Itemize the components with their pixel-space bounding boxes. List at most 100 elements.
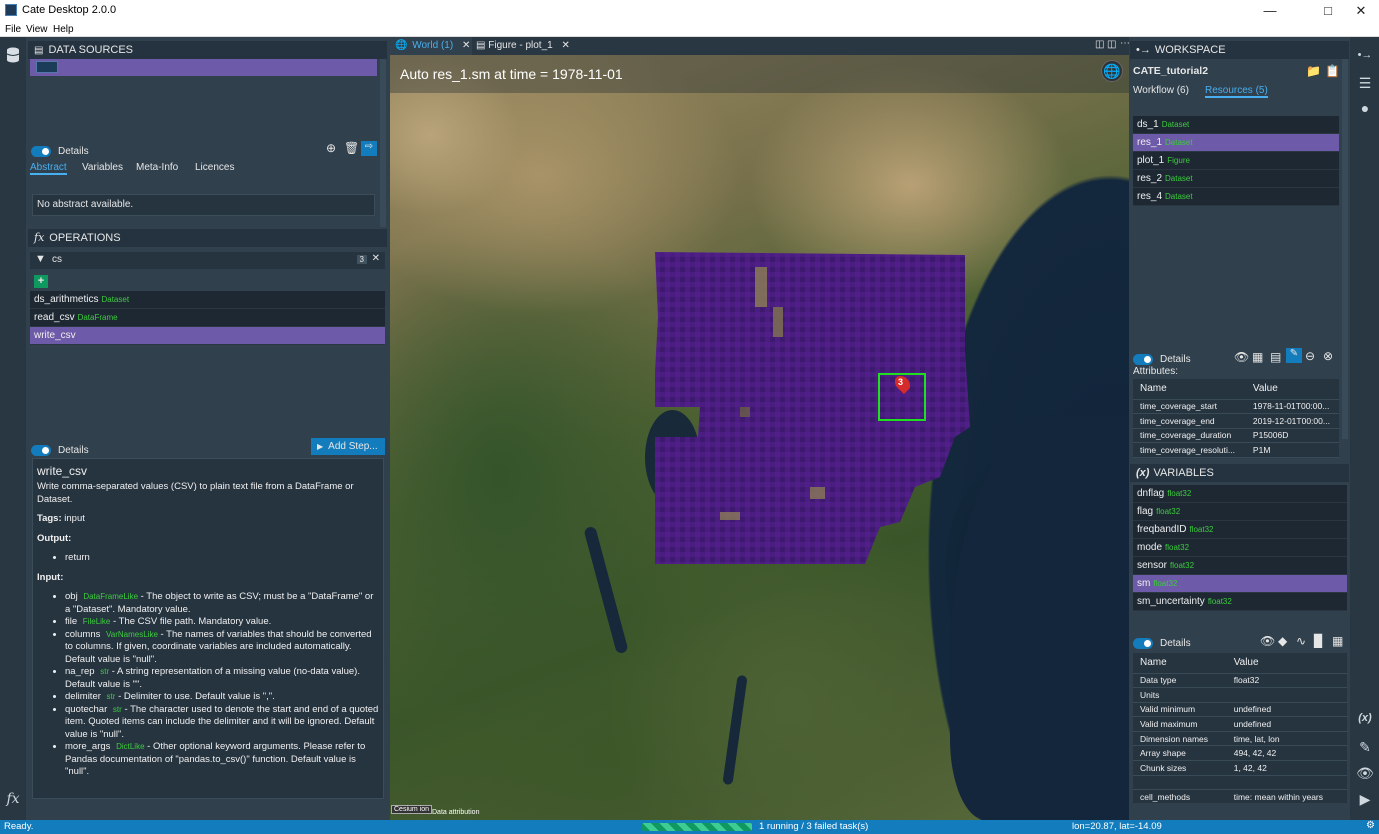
tab-abstract[interactable]: Abstract (30, 162, 67, 175)
eye-icon[interactable]: 👁 (1352, 765, 1378, 782)
play-icon[interactable]: ▶ (1352, 791, 1378, 808)
filter-count-badge: 3 (356, 255, 367, 264)
tab-workflow[interactable]: Workflow (6) (1133, 85, 1189, 96)
resource-item-plot-1[interactable]: plot_1 Figure (1133, 152, 1339, 170)
table-icon[interactable]: ▦ (1332, 634, 1343, 648)
operation-filter: ▼ cs 3 ✕ (30, 252, 385, 269)
trash-icon[interactable]: 🗑 (344, 141, 359, 155)
globe-icon[interactable]: 🌐 (1101, 60, 1123, 82)
filter-icon: ▼ (35, 253, 46, 265)
tab-world[interactable]: 🌐 World (1) ✕ (390, 37, 472, 55)
open-dataset-icon[interactable]: ⇨ (361, 141, 377, 156)
more-icon[interactable]: ⋯ (1120, 38, 1130, 49)
prop-row: Data type float32 (1133, 673, 1347, 689)
tab-figure-plot-1[interactable]: ▤ Figure - plot_1 ✕ (476, 37, 576, 55)
layout-icon[interactable]: ◫ (1107, 39, 1116, 50)
menu-file[interactable]: File (5, 24, 21, 35)
minimize-button[interactable]: — (1255, 0, 1285, 22)
variables-list: dnflag float32 flag float32 freqbandID floa… (1133, 485, 1347, 611)
split-view-icon[interactable]: ◫ (1095, 39, 1104, 50)
variable-item-freqbandid[interactable]: freqbandID float32 (1133, 521, 1347, 539)
bar-chart-icon[interactable]: ▉ (1314, 634, 1323, 648)
tab-variables[interactable]: Variables (82, 162, 123, 173)
details-toggle[interactable] (1133, 353, 1153, 365)
abstract-text: No abstract available. (32, 194, 375, 216)
open-file-icon[interactable]: ▤ (1270, 350, 1281, 364)
variable-item-sm-uncertainty[interactable]: sm_uncertainty float32 (1133, 593, 1347, 611)
task-status[interactable]: 1 running / 3 failed task(s) (759, 821, 868, 832)
menu-help[interactable]: Help (53, 24, 74, 35)
clipboard-icon[interactable]: 📋 (1325, 64, 1340, 78)
map-marker-label: 3 (898, 377, 904, 387)
function-icon[interactable]: fx (0, 791, 26, 807)
details-label: Details (58, 445, 89, 456)
operation-doc-input-label: Input: (37, 571, 64, 583)
line-chart-icon[interactable]: ∿ (1296, 634, 1306, 648)
col-value-header: Value (1226, 653, 1347, 674)
window-title: Cate Desktop 2.0.0 (22, 4, 117, 16)
settings-icon[interactable]: ⚙ (1366, 820, 1375, 831)
layers-icon[interactable]: ◆ (1278, 634, 1287, 648)
eye-icon[interactable]: 👁 (1260, 634, 1275, 648)
play-icon: ▶ (317, 442, 324, 451)
col-value-header: Value (1245, 379, 1339, 400)
operation-filter-input[interactable]: cs (52, 254, 62, 265)
eye-icon[interactable]: 👁 (1234, 350, 1249, 364)
data-attribution-link[interactable]: Data attribution (432, 809, 479, 816)
edit-icon[interactable]: ✎ (1352, 739, 1378, 756)
clear-filter-icon[interactable]: ✕ (372, 253, 380, 264)
world-map-view[interactable]: 3 Auto res_1.sm at time = 1978-11-01 🌐 C… (390, 55, 1129, 820)
variable-item-sm[interactable]: sm float32 (1133, 575, 1347, 593)
workspace-icon[interactable]: •→ (1352, 49, 1378, 61)
col-name-header: Name (1133, 653, 1227, 674)
variable-icon: (x) (1136, 467, 1150, 479)
variable-icon[interactable]: (x) (1352, 712, 1378, 724)
resource-item-res-4[interactable]: res_4 Dataset (1133, 188, 1339, 206)
attribute-row: time_coverage_duration P15006D (1133, 428, 1339, 444)
operation-item-ds-arithmetics[interactable]: ds_arithmetics Dataset (30, 291, 385, 309)
add-step-button[interactable]: ▶ Add Step... (311, 438, 385, 455)
data-source-selected-item[interactable] (30, 59, 377, 76)
tab-licences[interactable]: Licences (195, 162, 234, 173)
workspace-name: CATE_tutorial2 (1133, 65, 1209, 77)
edit-icon[interactable]: ✎ (1286, 348, 1302, 363)
close-tab-icon[interactable]: ✕ (462, 40, 470, 51)
remove-circle-icon[interactable]: ⊗ (1323, 349, 1333, 363)
layers-icon[interactable]: ☰ (1352, 75, 1378, 92)
operation-item-read-csv[interactable]: read_csv DataFrame (30, 309, 385, 327)
close-tab-icon[interactable]: ✕ (562, 40, 570, 51)
view-tab-bar: 🌐 World (1) ✕ ▤ Figure - plot_1 ✕ ◫ ◫ ⋯ (390, 37, 1130, 55)
attributes-label: Attributes: (1133, 366, 1179, 377)
add-circle-icon[interactable]: ⊕ (326, 141, 336, 155)
variable-item-dnflag[interactable]: dnflag float32 (1133, 485, 1347, 503)
add-operation-button[interactable]: + (34, 275, 48, 288)
attributes-table: Name Value time_coverage_start 1978-11-01T… (1133, 379, 1339, 458)
location-pin-icon[interactable]: ● (1352, 100, 1378, 116)
details-toggle[interactable] (31, 145, 51, 157)
maximize-button[interactable]: □ (1313, 0, 1343, 22)
operation-doc-description: Write comma-separated values (CSV) to pl… (37, 481, 354, 505)
variable-item-mode[interactable]: mode float32 (1133, 539, 1347, 557)
tab-meta-info[interactable]: Meta-Info (136, 162, 178, 173)
minus-circle-icon[interactable]: ⊖ (1305, 349, 1315, 363)
resource-item-res-2[interactable]: res_2 Dataset (1133, 170, 1339, 188)
resource-item-res-1[interactable]: res_1 Dataset (1133, 134, 1339, 152)
operation-doc-tags: Tags: input (37, 513, 85, 524)
database-icon[interactable] (0, 47, 26, 66)
scrollbar[interactable] (380, 59, 386, 227)
operation-item-write-csv[interactable]: write_csv (30, 327, 385, 345)
details-toggle[interactable] (31, 444, 51, 456)
menu-view[interactable]: View (26, 24, 48, 35)
variable-item-flag[interactable]: flag float32 (1133, 503, 1347, 521)
tab-resources[interactable]: Resources (5) (1205, 85, 1268, 98)
variable-item-sensor[interactable]: sensor float32 (1133, 557, 1347, 575)
title-bar: Cate Desktop 2.0.0 — □ ✕ (0, 0, 1379, 22)
input-param: file FileLike - The CSV file path. Manda… (65, 616, 379, 629)
table-icon[interactable]: ▦ (1252, 350, 1263, 364)
details-toggle[interactable] (1133, 637, 1153, 649)
operations-list: ds_arithmetics Dataset read_csv DataFrame … (30, 291, 385, 345)
scrollbar[interactable] (1342, 59, 1348, 439)
close-window-button[interactable]: ✕ (1346, 0, 1376, 22)
resource-item-ds-1[interactable]: ds_1 Dataset (1133, 116, 1339, 134)
folder-icon[interactable]: 📁 (1306, 64, 1321, 78)
